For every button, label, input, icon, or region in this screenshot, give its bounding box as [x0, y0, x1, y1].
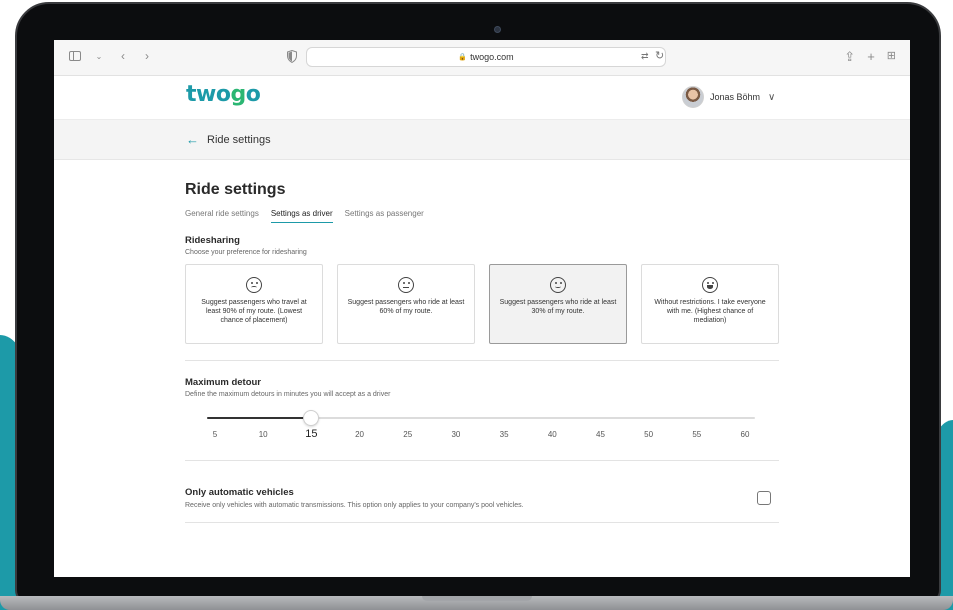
- slider-tick-label: 10: [258, 430, 268, 439]
- browser-window: ⌄ ‹ › 🔒 twogo.com ⇄ ↻ ⇪ + ⊞ twogo Jonas …: [54, 40, 910, 577]
- new-tab-icon[interactable]: +: [867, 49, 875, 65]
- option-text: Without restrictions. I take everyone wi…: [654, 299, 766, 324]
- slider-tick-label: 15: [305, 428, 318, 440]
- translate-icon[interactable]: ⇄: [641, 51, 649, 62]
- tab-general-ride-settings[interactable]: General ride settings: [185, 209, 259, 223]
- detour-title: Maximum detour: [185, 377, 262, 388]
- smile-face-icon: [550, 277, 566, 293]
- browser-toolbar: ⌄ ‹ › 🔒 twogo.com ⇄ ↻ ⇪ + ⊞: [54, 40, 910, 76]
- slider-tick-label: 30: [451, 430, 461, 439]
- tab-settings-as-driver[interactable]: Settings as driver: [270, 209, 333, 223]
- page-title: Ride settings: [185, 181, 286, 198]
- camera-icon: [494, 26, 501, 33]
- slider-tick-label: 25: [403, 430, 413, 439]
- user-menu[interactable]: Jonas Böhm ∨: [682, 86, 775, 108]
- twogo-logo[interactable]: twogo: [186, 82, 261, 107]
- slider-tick-label: 20: [355, 430, 364, 439]
- slider-fill: [207, 417, 312, 419]
- detour-description: Define the maximum detours in minutes yo…: [185, 391, 391, 398]
- breadcrumb-label: Ride settings: [207, 133, 271, 146]
- breadcrumb-bar: ← Ride settings: [54, 120, 910, 160]
- grin-face-icon: [702, 277, 718, 293]
- toolbar-right-controls: ⇪ + ⊞: [844, 49, 896, 65]
- detour-section: Maximum detour Define the maximum detour…: [185, 377, 779, 446]
- slider-tick-label: 55: [692, 430, 702, 439]
- share-icon[interactable]: ⇪: [844, 49, 855, 65]
- sad-face-icon: [246, 277, 262, 293]
- back-arrow-icon[interactable]: ←: [186, 133, 199, 146]
- toolbar-left-controls: ⌄ ‹ ›: [68, 49, 154, 63]
- ridesharing-options: Suggest passengers who travel at least 9…: [185, 264, 779, 344]
- user-name: Jonas Böhm: [710, 92, 761, 102]
- divider: [185, 360, 779, 361]
- slider-tick-label: 35: [499, 430, 509, 439]
- neutral-face-icon: [398, 277, 414, 293]
- address-bar[interactable]: 🔒 twogo.com: [306, 47, 666, 67]
- ridesharing-option-60[interactable]: Suggest passengers who ride at least 60%…: [337, 264, 475, 344]
- detour-slider[interactable]: 5 10 15 20 25 30 35 40 45 50 55 60: [185, 410, 779, 446]
- slider-tick-label: 60: [740, 430, 750, 439]
- privacy-shield-icon[interactable]: [287, 49, 297, 64]
- laptop-base: [0, 596, 953, 610]
- reload-icon[interactable]: ↻: [655, 49, 664, 62]
- main-content: Ride settings General ride settings Sett…: [185, 161, 779, 524]
- ridesharing-title: Ridesharing: [185, 235, 240, 246]
- address-url: twogo.com: [470, 52, 514, 62]
- avatar: [682, 86, 704, 108]
- chevron-down-icon[interactable]: ⌄: [92, 49, 106, 63]
- ridesharing-option-unrestricted[interactable]: Without restrictions. I take everyone wi…: [641, 264, 779, 344]
- automatic-vehicles-checkbox[interactable]: [757, 491, 771, 505]
- ridesharing-section: Ridesharing Choose your preference for r…: [185, 235, 779, 344]
- forward-icon[interactable]: ›: [140, 49, 154, 63]
- automatic-description: Receive only vehicles with automatic tra…: [185, 502, 524, 509]
- option-text: Suggest passengers who ride at least 60%…: [347, 299, 465, 315]
- settings-tabs: General ride settings Settings as driver…: [185, 209, 779, 223]
- slider-tick-label: 40: [547, 430, 557, 439]
- ridesharing-description: Choose your preference for ridesharing: [185, 249, 307, 256]
- lock-icon: 🔒: [458, 54, 468, 61]
- tab-settings-as-passenger[interactable]: Settings as passenger: [345, 209, 424, 223]
- divider: [185, 522, 779, 524]
- ridesharing-option-30[interactable]: Suggest passengers who ride at least 30%…: [489, 264, 627, 344]
- breadcrumb[interactable]: ← Ride settings: [186, 133, 271, 146]
- slider-tick-label: 5: [212, 430, 218, 439]
- option-text: Suggest passengers who travel at least 9…: [201, 299, 307, 324]
- sidebar-toggle-icon[interactable]: [68, 49, 82, 63]
- option-text: Suggest passengers who ride at least 30%…: [499, 299, 617, 315]
- automatic-title: Only automatic vehicles: [185, 487, 294, 498]
- chevron-down-icon: ∨: [768, 91, 776, 103]
- ridesharing-option-90[interactable]: Suggest passengers who travel at least 9…: [185, 264, 323, 344]
- tab-overview-icon[interactable]: ⊞: [887, 49, 896, 65]
- back-icon[interactable]: ‹: [116, 49, 130, 63]
- slider-thumb[interactable]: [303, 410, 320, 426]
- app-header: twogo Jonas Böhm ∨: [54, 76, 910, 120]
- automatic-vehicles-section: Only automatic vehicles Receive only veh…: [185, 487, 779, 510]
- slider-tick-label: 50: [644, 430, 654, 439]
- slider-tick-label: 45: [596, 430, 605, 439]
- divider: [185, 460, 779, 461]
